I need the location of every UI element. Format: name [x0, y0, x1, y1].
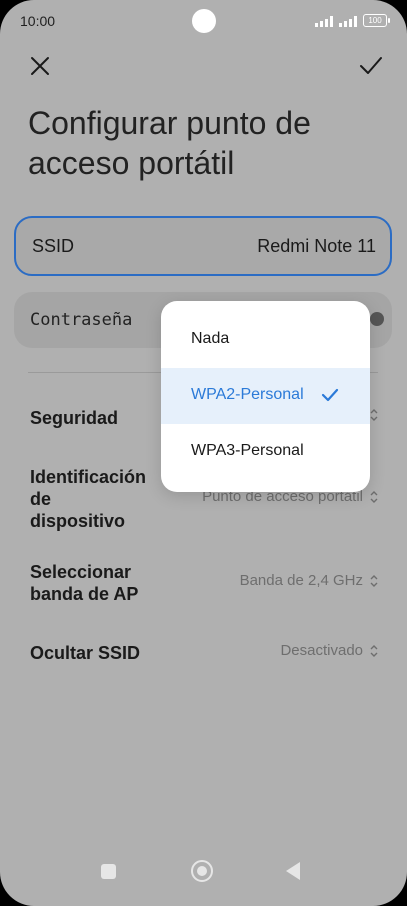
- show-password-icon[interactable]: [370, 312, 384, 326]
- password-label: Contraseña: [30, 310, 133, 330]
- close-button[interactable]: [24, 50, 56, 82]
- hide-ssid-label[interactable]: Ocultar SSID: [30, 642, 140, 664]
- menu-item-nada[interactable]: Nada: [161, 312, 370, 368]
- menu-item-label: Nada: [191, 330, 230, 347]
- back-button[interactable]: [286, 862, 300, 880]
- hide-ssid-selector[interactable]: Desactivado: [280, 642, 379, 659]
- chevron-updown-icon: [370, 490, 378, 503]
- menu-item-label: WPA3-Personal: [191, 442, 304, 459]
- hide-ssid-value: Desactivado: [280, 642, 363, 659]
- security-label[interactable]: Seguridad: [30, 407, 118, 429]
- ssid-field[interactable]: SSID Redmi Note 11: [14, 216, 392, 276]
- chevron-updown-icon: [370, 409, 378, 421]
- chevron-updown-icon: [370, 644, 378, 657]
- menu-item-label: WPA2-Personal: [191, 386, 304, 403]
- system-icons: 100: [315, 14, 390, 27]
- signal-icon-2: [339, 16, 357, 27]
- security-dropdown-menu: Nada WPA2-Personal WPA3-Personal: [161, 301, 370, 492]
- selected-check-icon: [321, 388, 339, 402]
- status-bar: 10:00 100: [0, 0, 407, 42]
- ap-band-label[interactable]: Seleccionar banda de AP: [30, 561, 160, 605]
- status-time: 10:00: [20, 13, 56, 29]
- security-selector[interactable]: [369, 408, 379, 422]
- menu-item-wpa3-personal[interactable]: WPA3-Personal: [161, 424, 370, 480]
- recents-button[interactable]: [101, 864, 116, 879]
- battery-icon: 100: [363, 14, 390, 27]
- ssid-label: SSID: [32, 236, 75, 256]
- device-id-label[interactable]: Identificación de dispositivo: [30, 466, 150, 532]
- page-title: Configurar punto de acceso portátil: [28, 105, 311, 181]
- front-camera: [192, 9, 216, 33]
- close-icon: [31, 57, 49, 75]
- ssid-value: Redmi Note 11: [257, 236, 376, 256]
- home-button[interactable]: [191, 860, 213, 882]
- phone-screen: 10:00 100 Configurar punto de acceso por…: [0, 0, 407, 906]
- navigation-bar: [0, 856, 407, 906]
- ap-band-selector[interactable]: Banda de 2,4 GHz: [240, 572, 379, 589]
- menu-item-wpa2-personal[interactable]: WPA2-Personal: [161, 368, 370, 424]
- ap-band-value: Banda de 2,4 GHz: [239, 572, 363, 589]
- signal-icon: [315, 16, 333, 27]
- check-icon: [360, 57, 382, 74]
- confirm-button[interactable]: [355, 50, 387, 82]
- chevron-updown-icon: [370, 574, 378, 587]
